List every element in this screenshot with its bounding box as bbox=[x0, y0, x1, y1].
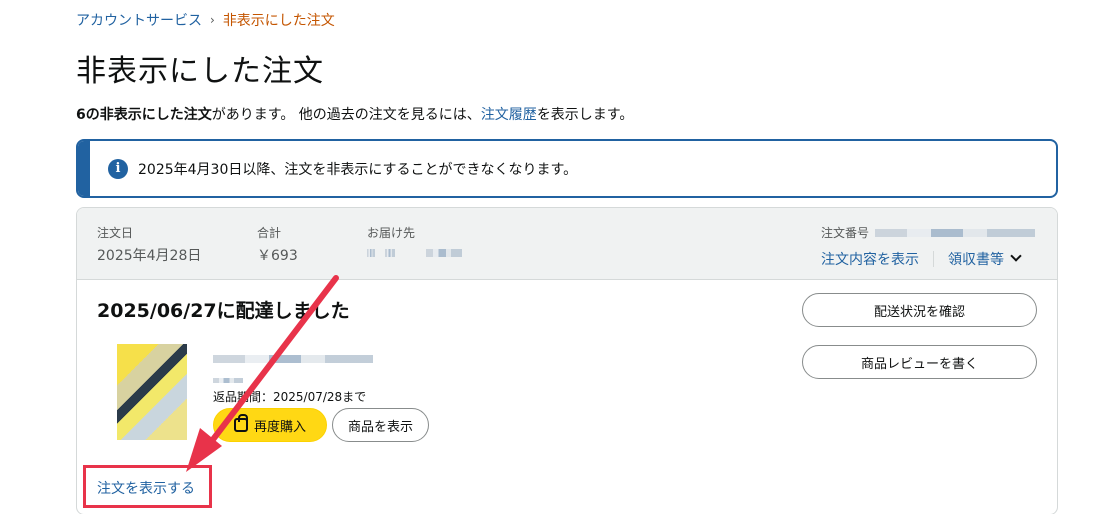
redacted-block bbox=[367, 249, 375, 257]
chevron-down-icon bbox=[1010, 250, 1022, 262]
receipt-dropdown[interactable]: 領収書等 bbox=[948, 249, 1022, 269]
redacted-block bbox=[425, 249, 462, 257]
breadcrumb-current: 非表示にした注文 bbox=[222, 13, 335, 29]
order-history-link[interactable]: 注文履歴 bbox=[481, 107, 537, 123]
order-date-label: 注文日 bbox=[97, 226, 134, 240]
summary-text-end: を表示します。 bbox=[536, 107, 634, 123]
product-subtitle-redacted bbox=[213, 370, 243, 389]
product-title-redacted[interactable] bbox=[213, 348, 373, 367]
order-number-label: 注文番号 bbox=[820, 226, 869, 240]
redacted-block bbox=[213, 354, 373, 363]
redacted-block bbox=[213, 378, 243, 383]
order-header-right: 注文番号 注文内容を表示 領収書等 bbox=[821, 224, 1035, 269]
info-icon: i bbox=[108, 158, 128, 179]
receipt-link[interactable]: 領収書等 bbox=[948, 252, 1004, 268]
info-alert: i 2025年4月30日以降、注文を非表示にすることができなくなります。 bbox=[76, 139, 1058, 198]
show-order-link[interactable]: 注文を表示する bbox=[97, 478, 195, 498]
bag-icon bbox=[233, 414, 248, 432]
return-period: 返品期間：2025/07/28まで bbox=[213, 390, 367, 404]
view-item-button[interactable]: 商品を表示 bbox=[332, 408, 429, 442]
breadcrumb-separator: › bbox=[210, 13, 215, 27]
order-header-links: 注文内容を表示 領収書等 bbox=[821, 249, 1035, 269]
view-order-details-link[interactable]: 注文内容を表示 bbox=[821, 249, 919, 269]
link-divider bbox=[932, 251, 934, 267]
hidden-orders-count: 6の非表示にした注文 bbox=[76, 107, 212, 123]
order-number-redacted bbox=[875, 228, 1035, 237]
order-date-column: 注文日 2025年4月28日 bbox=[97, 224, 201, 265]
ship-to-column: お届け先 bbox=[367, 224, 462, 261]
order-number-row: 注文番号 bbox=[821, 224, 1035, 241]
order-total-column: 合計 ￥693 bbox=[257, 224, 298, 265]
summary-text-mid: があります。 他の過去の注文を見るには、 bbox=[211, 107, 481, 123]
order-total-label: 合計 bbox=[257, 226, 282, 240]
write-review-button[interactable]: 商品レビューを書く bbox=[802, 345, 1037, 379]
track-package-button[interactable]: 配送状況を確認 bbox=[802, 293, 1037, 327]
order-header: 注文日 2025年4月28日 合計 ￥693 お届け先 注文番号 注文内容を表示 bbox=[77, 208, 1057, 280]
order-date-value: 2025年4月28日 bbox=[97, 248, 202, 264]
breadcrumb-account-services[interactable]: アカウントサービス bbox=[76, 10, 202, 30]
order-card: 注文日 2025年4月28日 合計 ￥693 お届け先 注文番号 注文内容を表示 bbox=[76, 207, 1058, 514]
buy-again-button[interactable]: 再度購入 bbox=[213, 408, 327, 442]
alert-message: 2025年4月30日以降、注文を非表示にすることができなくなります。 bbox=[138, 161, 578, 178]
ship-to-name-redacted[interactable] bbox=[367, 245, 462, 261]
breadcrumb: アカウントサービス › 非表示にした注文 bbox=[76, 10, 335, 30]
delivery-status: 2025/06/27に配達しました bbox=[97, 300, 350, 322]
order-body: 2025/06/27に配達しました 返品期間：2025/07/28まで 再度購入… bbox=[77, 280, 1057, 514]
ship-to-label: お届け先 bbox=[367, 226, 416, 240]
buy-again-label: 再度購入 bbox=[253, 419, 306, 435]
alert-accent-bar bbox=[78, 141, 90, 196]
redacted-block bbox=[385, 249, 396, 257]
order-total-value: ￥693 bbox=[257, 248, 298, 264]
hidden-orders-summary: 6の非表示にした注文があります。 他の過去の注文を見るには、注文履歴を表示します… bbox=[76, 104, 633, 124]
page-title: 非表示にした注文 bbox=[76, 54, 324, 89]
product-image[interactable] bbox=[117, 344, 187, 440]
